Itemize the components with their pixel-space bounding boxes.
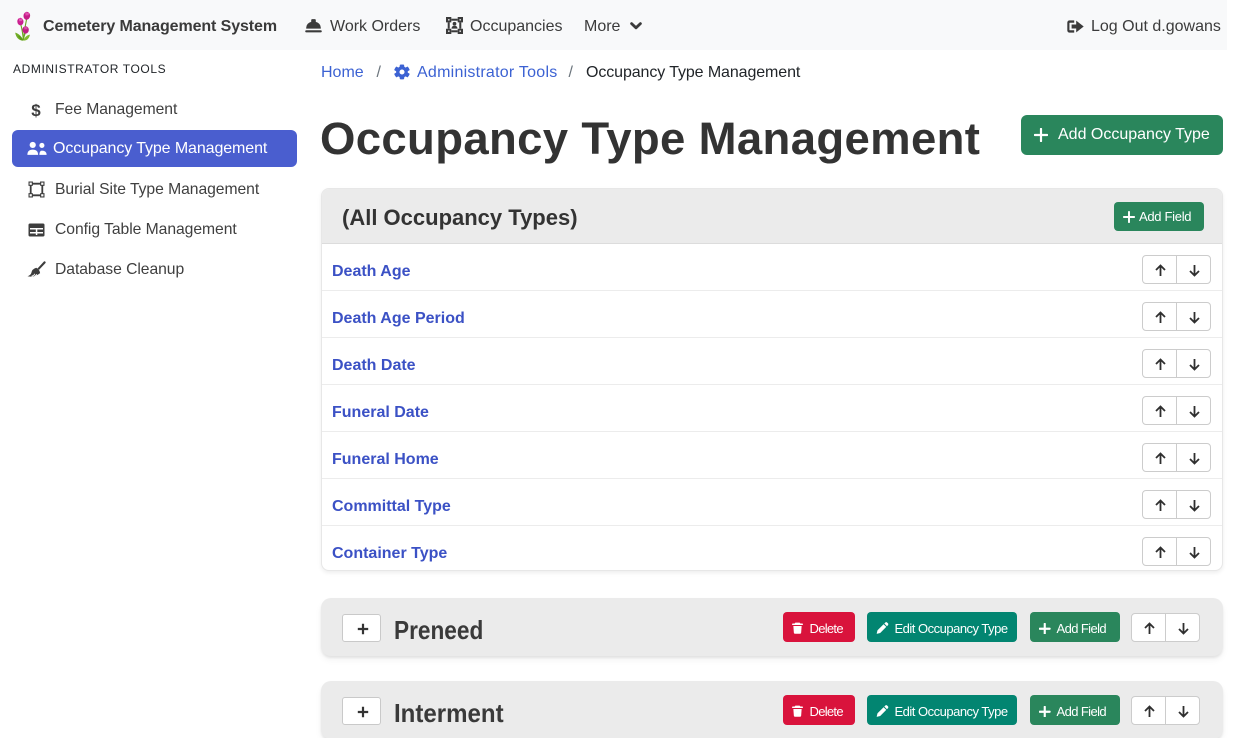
svg-text:$: $ (31, 101, 41, 119)
